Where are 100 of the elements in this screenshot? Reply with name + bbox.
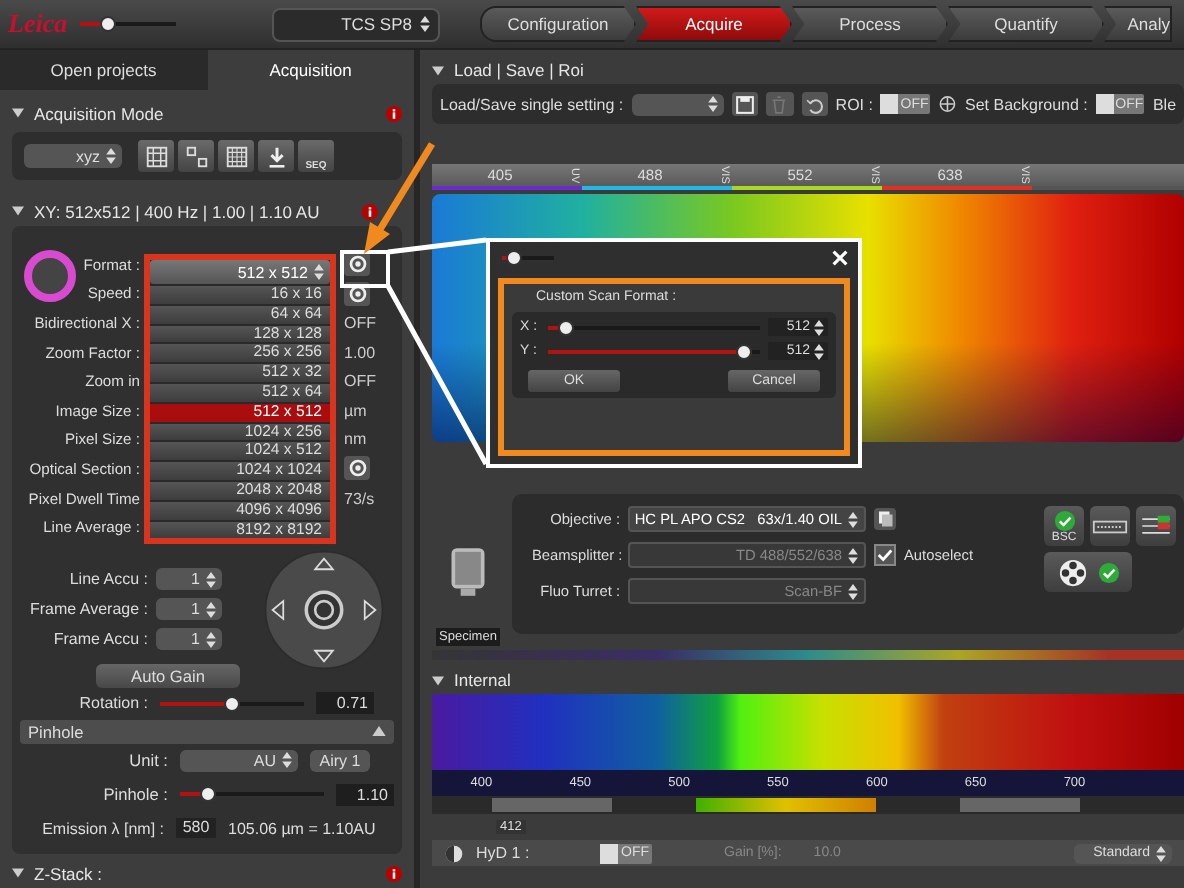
slider-thumb[interactable]	[199, 786, 216, 803]
close-button[interactable]	[830, 248, 850, 268]
field-label: ROI :	[835, 95, 873, 113]
info-icon[interactable]	[386, 865, 402, 881]
up-down-icon	[206, 631, 216, 648]
workflow-tab[interactable]: Quantify	[948, 6, 1104, 42]
tool-button[interactable]	[258, 140, 294, 172]
section-title: Internal	[454, 670, 513, 690]
section-title: Z-Stack :	[34, 863, 105, 883]
workflow-tab[interactable]: Analy	[1104, 6, 1172, 42]
up-down-icon	[848, 547, 858, 563]
unit-dropdown[interactable]: AU	[180, 749, 298, 772]
collapse-icon[interactable]	[432, 65, 444, 75]
slider-thumb[interactable]	[736, 343, 753, 359]
panel-tab[interactable]: Acquisition	[207, 50, 414, 90]
tool-button[interactable]	[178, 140, 214, 172]
format-dropdown[interactable]: 512 x 512	[150, 260, 330, 284]
check-icon	[1097, 561, 1119, 583]
up-down-icon	[206, 571, 216, 588]
workflow-tab[interactable]: Process	[792, 6, 948, 42]
field-label: Frame Average :	[28, 600, 148, 619]
field-label: Set Background :	[965, 95, 1088, 113]
objective-icon	[446, 544, 490, 600]
up-down-icon	[206, 601, 216, 618]
toolbar-button[interactable]	[732, 92, 759, 116]
slider-thumb[interactable]	[505, 250, 522, 266]
setting-dropdown[interactable]	[631, 93, 725, 115]
tool-button[interactable]	[218, 140, 254, 172]
collapse-icon[interactable]	[432, 675, 444, 685]
field-label: Frame Accu :	[51, 630, 148, 649]
settings-icon	[347, 283, 367, 304]
up-down-icon	[814, 343, 824, 359]
collapse-icon[interactable]	[12, 206, 24, 216]
grid-icon	[223, 143, 249, 169]
collapse-icon[interactable]	[372, 726, 386, 737]
spin-field[interactable]: 1	[156, 568, 222, 591]
spin-field[interactable]: 1	[156, 628, 222, 651]
field-label: Line Accu :	[67, 570, 148, 589]
field-label: Rotation :	[77, 694, 148, 713]
field-value: 1.00	[344, 343, 376, 362]
up-down-icon	[848, 511, 858, 527]
settings-button[interactable]	[344, 456, 370, 481]
emission-field[interactable]: 580	[176, 818, 216, 839]
field-value: µm	[344, 401, 367, 420]
collapse-icon[interactable]	[12, 868, 24, 878]
toolbar-button[interactable]	[801, 92, 828, 116]
tool-button[interactable]	[138, 140, 174, 172]
slider-thumb[interactable]	[224, 695, 240, 712]
info-icon[interactable]	[362, 203, 378, 219]
collapse-icon[interactable]	[12, 108, 24, 118]
value-field[interactable]: 0.71	[316, 692, 374, 715]
up-down-icon	[314, 264, 324, 280]
panel-tab[interactable]: Open projects	[0, 50, 207, 90]
check-icon	[1053, 509, 1075, 531]
crosshair-icon[interactable]	[938, 94, 957, 114]
direction-pad-drawing[interactable]	[262, 547, 386, 672]
slider-thumb[interactable]	[557, 319, 574, 335]
section-title: Load | Save | Roi	[454, 60, 586, 80]
spin-field[interactable]: 1	[156, 598, 222, 621]
system-dropdown[interactable]: TCS SP8	[272, 7, 440, 41]
up-down-icon	[1156, 845, 1166, 861]
field-label: Unit :	[127, 750, 168, 771]
checkmark-icon	[876, 546, 894, 564]
field-label: Pinhole :	[101, 784, 168, 805]
value-field[interactable]: 1.10	[336, 783, 394, 806]
section-title: XY: 512x512 | 400 Hz | 1.00 | 1.10 AU	[34, 201, 322, 221]
info-icon[interactable]	[386, 105, 402, 121]
slider-track[interactable]	[502, 250, 554, 266]
airy-button[interactable]: Airy 1	[310, 749, 370, 772]
mode-dropdown[interactable]: xyz	[24, 144, 122, 168]
grid-icon	[143, 143, 169, 169]
slider-thumb[interactable]	[100, 16, 116, 32]
auto-gain-button[interactable]: Auto Gain	[96, 663, 240, 688]
conversion-text: 105.06 µm = 1.10AU	[228, 819, 376, 838]
up-down-icon	[708, 96, 719, 112]
pinhole-header[interactable]: Pinhole	[20, 719, 394, 744]
copy-button[interactable]	[874, 508, 896, 530]
close-icon	[832, 250, 848, 266]
field-value: nm	[344, 430, 367, 449]
trash-icon	[768, 93, 791, 115]
device-button[interactable]	[1090, 506, 1130, 546]
sliders-icon	[1138, 514, 1174, 538]
device-icon	[1092, 517, 1128, 535]
settings-button[interactable]	[344, 252, 370, 277]
field-label: Emission λ [nm] :	[40, 819, 164, 838]
reel-icon	[1057, 557, 1087, 587]
detector-name: HyD 1 :	[476, 844, 532, 862]
field-value: OFF	[344, 313, 376, 332]
workflow-tab[interactable]: Configuration	[480, 6, 636, 42]
field-label: Load/Save single setting :	[440, 95, 624, 113]
filter-button[interactable]	[1136, 506, 1176, 546]
section-title: Acquisition Mode	[34, 103, 166, 123]
turret-button[interactable]	[1044, 552, 1132, 592]
copy-icon	[876, 510, 894, 528]
workflow-tab[interactable]: Acquire	[636, 6, 792, 42]
up-down-icon	[106, 148, 116, 164]
checkbox[interactable]	[874, 544, 896, 566]
settings-icon	[347, 458, 367, 479]
field-label: Ble	[1152, 95, 1177, 113]
settings-icon	[347, 254, 367, 275]
